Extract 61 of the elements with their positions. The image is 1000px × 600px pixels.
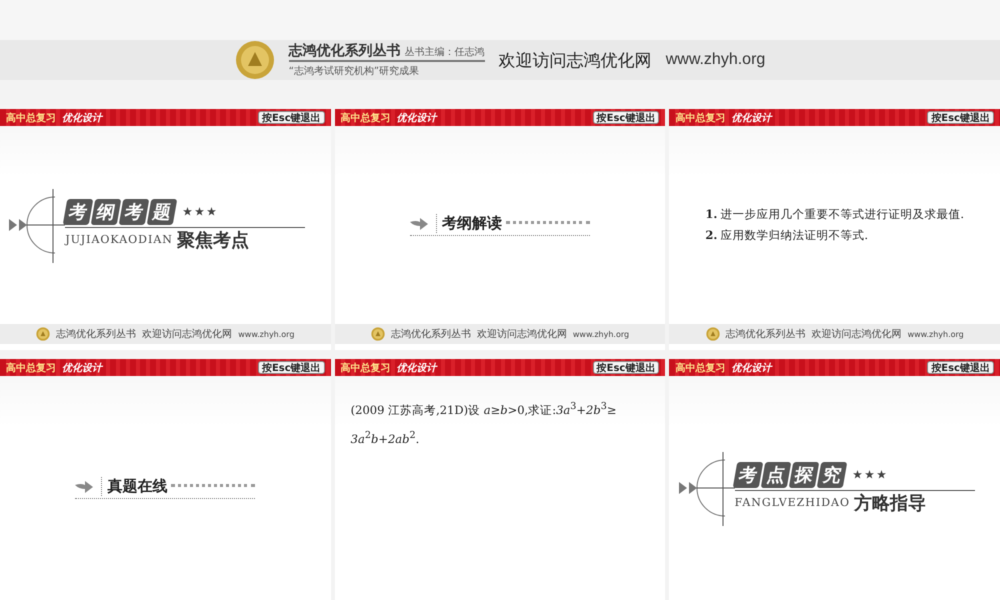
problem-text: 3a$^{2}$b+2ab$^{2}$. [350,428,420,448]
course-label: 高中总复习 [6,111,56,124]
title-tile: 题 [147,198,178,224]
star-icon [876,470,886,479]
subtitle-text: “志鸿考试研究机构”研究成果 [288,64,420,78]
title-tile: 考 [119,198,150,224]
star-icon [852,470,862,479]
title-tile: 点 [760,462,791,488]
exit-button[interactable]: 按Esc键退出 [927,111,994,124]
brand-label: 优化设计 [62,362,102,374]
list-item-text: 进一步应用几个重要不等式进行证明及求最值. [720,207,964,222]
website-link: www.zhyh.org [908,330,964,338]
exit-button[interactable]: 按Esc键退出 [592,361,660,374]
welcome-text: 欢迎访问志鸿优化网 [498,50,652,72]
exit-button[interactable]: 按Esc键退出 [592,111,660,124]
series-title: 志鸿优化系列丛书 [56,328,136,341]
pinyin-text: JUJIAOKAODIAN [65,233,173,246]
exit-button[interactable]: 按Esc键退出 [258,361,325,374]
course-label: 高中总复习 [675,111,726,124]
star-icon [864,470,874,479]
course-label: 高中总复习 [340,361,391,374]
star-icon [207,207,216,216]
brand-label: 优化设计 [731,112,772,124]
brand-label: 优化设计 [396,362,437,374]
pinyin-text: FANGLVEZHIDAO [734,496,850,509]
exit-button[interactable]: 按Esc键退出 [927,361,994,374]
section-title: 考纲解读 [436,214,502,233]
exit-button[interactable]: 按Esc键退出 [258,111,325,124]
welcome-text: 欢迎访问志鸿优化网 [812,328,902,341]
list-item-text: 应用数学归纳法证明不等式. [720,228,868,243]
medal-logo-icon [370,327,385,341]
brand-label: 优化设计 [731,362,772,374]
series-title: 志鸿优化系列丛书 [288,42,401,60]
problem-text: (2009 江苏高考,21D)设 a≥b>0,求证:3a$^{3}$+2b$^{3}$≥ [350,400,618,419]
section-subtitle: 方略指导 [854,492,926,514]
course-label: 高中总复习 [6,361,56,374]
brand-label: 优化设计 [62,112,102,124]
series-title: 志鸿优化系列丛书 [726,328,806,341]
brand-label: 优化设计 [396,112,437,124]
item-number: 2. [705,228,718,243]
welcome-text: 欢迎访问志鸿优化网 [476,328,567,341]
title-tile: 考 [732,462,763,488]
title-tile: 究 [816,462,847,488]
star-icon [183,207,192,216]
website-link: www.zhyh.org [238,330,294,338]
course-label: 高中总复习 [340,111,391,124]
title-tile: 探 [788,462,819,488]
item-number: 1. [705,207,718,222]
medal-logo-icon [234,40,275,80]
section-subtitle: 聚焦考点 [176,228,249,252]
editor-text: 丛书主编：任志鸿 [404,46,485,59]
title-tile: 纲 [91,198,122,224]
series-title: 志鸿优化系列丛书 [390,328,471,341]
star-icon [195,207,204,216]
course-label: 高中总复习 [675,361,726,374]
medal-logo-icon [36,327,50,341]
title-tile: 考 [63,198,94,224]
section-title: 真题在线 [101,477,168,496]
welcome-text: 欢迎访问志鸿优化网 [142,328,232,341]
website-link: www.zhyh.org [572,330,630,338]
medal-logo-icon [706,327,720,341]
